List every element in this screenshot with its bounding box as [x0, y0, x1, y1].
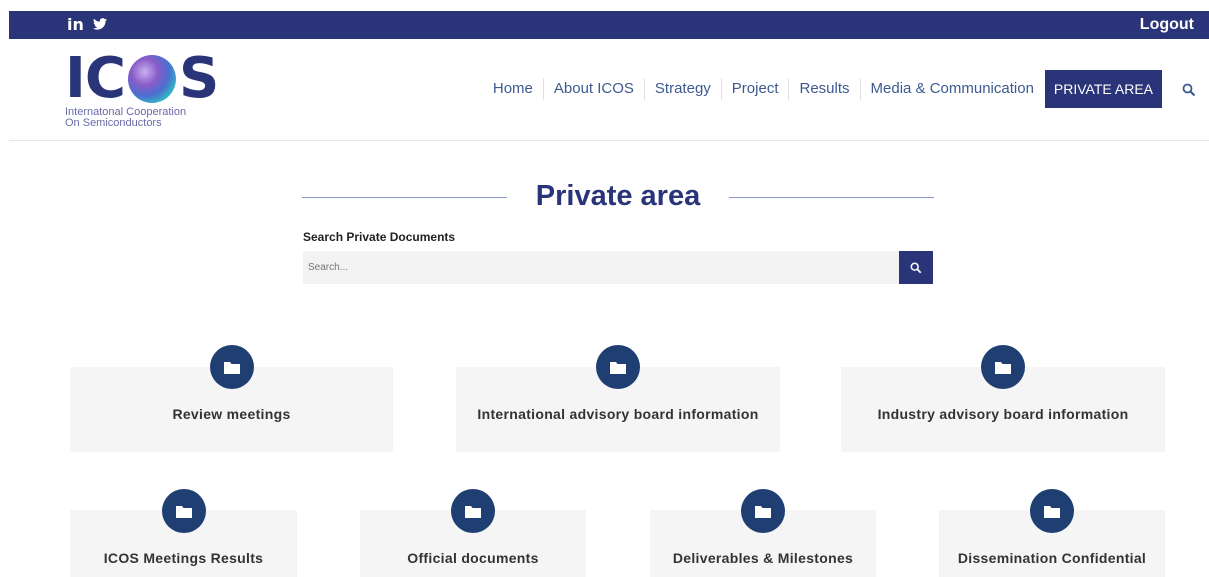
folder-icon [210, 345, 254, 389]
folder-icon [1030, 489, 1074, 533]
card-label: Industry advisory board information [877, 406, 1129, 422]
folder-icon [741, 489, 785, 533]
nav-project[interactable]: Project [722, 78, 790, 100]
search-input[interactable] [303, 251, 899, 284]
twitter-icon[interactable] [92, 15, 107, 34]
top-bar: in Logout [9, 11, 1209, 39]
card-label: Dissemination Confidential [957, 550, 1147, 566]
nav-private-area[interactable]: PRIVATE AREA [1044, 70, 1162, 108]
nav-results[interactable]: Results [789, 78, 861, 100]
card-label: ICOS Meetings Results [103, 550, 264, 566]
nav-strategy[interactable]: Strategy [645, 78, 722, 100]
logo-wordmark: IC S [65, 46, 219, 111]
title-divider-right [729, 197, 934, 198]
folder-icon [451, 489, 495, 533]
globe-icon [127, 55, 176, 103]
search-label: Search Private Documents [303, 230, 456, 244]
logout-link[interactable]: Logout [1140, 16, 1194, 34]
logo-subtitle-line2: On Semiconductors [65, 117, 162, 129]
site-header: IC S Internatonal Cooperation On Semicon… [9, 39, 1209, 141]
nav-about[interactable]: About ICOS [544, 78, 645, 100]
linkedin-icon[interactable]: in [67, 15, 84, 34]
folder-icon [596, 345, 640, 389]
search-icon[interactable] [1182, 83, 1196, 97]
folder-icon [981, 345, 1025, 389]
card-label: Official documents [407, 550, 539, 566]
logo-letters-right: S [178, 46, 219, 111]
icos-logo[interactable]: IC S Internatonal Cooperation On Semicon… [65, 51, 225, 133]
card-label: International advisory board information [477, 406, 759, 422]
logo-letters-left: IC [65, 46, 126, 111]
card-label: Review meetings [172, 406, 291, 422]
search-icon [910, 262, 922, 273]
page-title-row: Private area [302, 178, 934, 218]
card-label: Deliverables & Milestones [672, 550, 854, 566]
folder-icon [162, 489, 206, 533]
main-nav: Home About ICOS Strategy Project Results… [483, 69, 1162, 109]
nav-media[interactable]: Media & Communication [861, 78, 1044, 100]
search-button[interactable] [899, 251, 933, 284]
nav-home[interactable]: Home [483, 78, 544, 100]
social-links: in [67, 15, 107, 34]
logo-subtitle: Internatonal Cooperation On Semiconducto… [65, 107, 186, 129]
